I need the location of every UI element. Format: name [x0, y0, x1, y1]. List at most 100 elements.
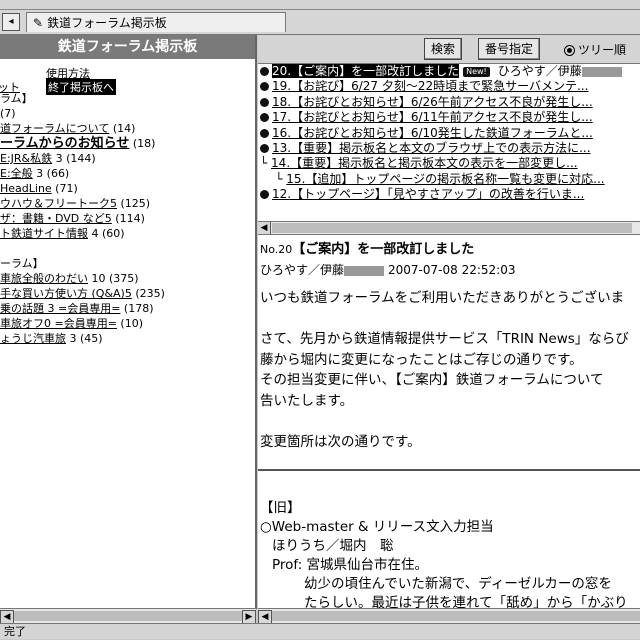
thread-bullet-icon: [260, 113, 269, 123]
scroll-left-icon[interactable]: ◀: [258, 610, 272, 624]
thread-row[interactable]: 17.【お詫びとお知らせ】6/11午前アクセス不良が発生し...: [260, 110, 640, 125]
number-select-button[interactable]: 番号指定: [478, 38, 541, 60]
thread-title: 17.【お詫びとお知らせ】6/11午前アクセス不良が発生し...: [272, 110, 593, 125]
body-line: 変更箇所は次の通りです。: [260, 434, 421, 451]
board-item-count: (235): [131, 287, 165, 300]
thread-row[interactable]: 12.【トップページ】「見やすさアップ」の改善を行いま...: [260, 187, 640, 202]
board-item-count: (14): [109, 122, 136, 135]
scroll-thumb[interactable]: [272, 223, 632, 233]
message-title-text: 【ご案内】を一部改訂しました: [292, 242, 475, 257]
scroll-left-icon[interactable]: ◀: [0, 610, 14, 624]
board-list-pane: 鉄道フォーラム掲示板 ット 使用方法 終了掲示板へ ラム】 (7) 道フォーラムに…: [0, 35, 257, 609]
scroll-right-icon[interactable]: ▶: [242, 610, 256, 624]
thread-row[interactable]: └ 15.【追加】トップページの掲示板名称一覧も変更に対応...: [260, 172, 640, 187]
board-item[interactable]: E:全般 3 (66): [0, 166, 255, 181]
body-line: [260, 309, 638, 330]
thread-row[interactable]: 16.【お詫びとお知らせ】6/10発生した鉄道フォーラムと...: [260, 126, 640, 141]
search-button[interactable]: 検索: [424, 38, 463, 60]
board-list: ラム】 (7) 道フォーラムについて (14) ーラムからのお知らせ (18) E:J…: [0, 91, 255, 346]
board-item[interactable]: ょうじ汽車旅 3 (45): [0, 331, 255, 346]
thread-row[interactable]: └ 14.【重要】掲示板名と掲示板本文の表示を一部変更し...: [260, 156, 640, 171]
thread-bullet-icon: [260, 67, 269, 76]
board-item-count: 10 (375): [88, 272, 139, 285]
board-item-count: (10): [116, 317, 144, 330]
tab-forum[interactable]: ✎ 鉄道フォーラム掲示板: [26, 12, 286, 32]
body-line: その担当変更に伴い、【ご案内】鉄道フォーラムについて: [260, 372, 604, 389]
board-item-count: (7): [0, 107, 16, 120]
thread-row[interactable]: 19.【お詫び】6/27 夕刻〜22時頃まで緊急サーバメンテ...: [260, 79, 640, 94]
thread-row[interactable]: 13.【重要】掲示板名と本文のブラウザ上での表示方法に...: [260, 141, 640, 156]
board-item-count: 3 (45): [66, 332, 103, 345]
tree-connector: └: [260, 156, 272, 171]
board-item-name: 道フォーラムについて: [0, 122, 110, 135]
tree-order-label: ツリー順: [578, 43, 627, 57]
board-item[interactable]: 道フォーラムについて (14): [0, 121, 255, 136]
thread-row[interactable]: 20.【ご案内】を一部改訂しました New! ひろやす／伊藤: [260, 64, 640, 79]
thread-title: 18.【お詫びとお知らせ】6/26午前アクセス不良が発生し...: [272, 94, 593, 109]
board-item[interactable]: 車旅全般のわだい 10 (375): [0, 271, 255, 286]
right-hscrollbar[interactable]: ◀: [258, 608, 640, 624]
board-item[interactable]: E:JR&私鉄 3 (144): [0, 151, 255, 166]
scroll-track[interactable]: [14, 611, 242, 621]
board-item-count: (18): [129, 137, 156, 150]
tree-order-radio[interactable]: ツリー順: [564, 41, 626, 58]
board-item-name: 車旅オフ0 =会員専用=: [0, 317, 117, 330]
thread-bullet-icon: [260, 143, 269, 153]
board-item[interactable]: 乗の話題 3 =会員専用= (178): [0, 301, 255, 316]
board-list-title: 鉄道フォーラム掲示板: [0, 35, 255, 59]
board-item-count: (125): [117, 197, 151, 210]
message-body: いつも鉄道フォーラムをご利用いただきありがとうございま さて、先月から鉄道情報提供…: [258, 280, 640, 453]
thread-bullet-icon: [260, 190, 269, 200]
board-item-count: (71): [51, 182, 78, 195]
body-line: さて、先月から鉄道情報提供サービス「TRIN News」ならび: [260, 331, 629, 348]
board-item[interactable]: ウハウ＆フリートーク5 (125): [0, 196, 255, 211]
board-item-name: 車旅全般のわだい: [0, 272, 88, 285]
redacted-name: [581, 66, 622, 77]
thread-title: 13.【重要】掲示板名と本文のブラウザ上での表示方法に...: [272, 140, 591, 155]
message-pane: 検索 番号指定 ツリー順 20.【ご案内】を一部改訂しました New! ひろやす／伊…: [258, 35, 640, 609]
scroll-track[interactable]: [272, 611, 640, 621]
signature-line: 幼少の頃住んでいた新潟で、ディーゼルカーの窓を: [304, 575, 612, 592]
net-link[interactable]: ット: [0, 79, 20, 95]
board-item-name: ザ：書籍・DVD など5: [0, 212, 112, 225]
section-heading: [0, 241, 255, 256]
board-item[interactable]: (7): [0, 106, 255, 121]
board-item[interactable]: 手な買い方使い方 (Q&A)5 (235): [0, 286, 255, 301]
tree-hscrollbar[interactable]: ◀: [258, 221, 640, 234]
board-item[interactable]: ザ：書籍・DVD など5 (114): [0, 211, 255, 226]
thread-author: ひろやす／伊藤: [497, 64, 582, 78]
board-item-name: E:全般: [0, 167, 33, 180]
message-author: ひろやす／伊藤: [260, 263, 345, 277]
thread-title: 20.【ご案内】を一部改訂しました: [272, 64, 460, 78]
thread-bullet-icon: [260, 97, 269, 107]
board-item[interactable]: ト鉄道サイト情報 4 (60): [0, 226, 255, 241]
top-strip: [0, 0, 640, 10]
thread-row[interactable]: 18.【お詫びとお知らせ】6/26午前アクセス不良が発生し...: [260, 95, 640, 110]
back-icon[interactable]: ◂: [2, 13, 20, 31]
board-item-name: ト鉄道サイト情報: [0, 227, 88, 240]
section-heading: ーラム】: [0, 256, 255, 271]
board-item[interactable]: 車旅オフ0 =会員専用= (10): [0, 316, 255, 331]
message-date: 2007-07-08 22:52:03: [388, 263, 516, 277]
signature-line: ○Web-master & リリース文入力担当: [260, 518, 494, 535]
page-icon: ✎: [33, 16, 44, 30]
board-item[interactable]: HeadLine (71): [0, 181, 255, 196]
message-header: No.20【ご案内】を一部改訂しました ひろやす／伊藤 2007-07-08 22…: [258, 235, 640, 280]
board-item-count: (178): [120, 302, 154, 315]
thread-bullet-icon: [260, 128, 269, 138]
new-badge: New!: [463, 66, 490, 77]
board-item-count: 3 (66): [32, 167, 70, 180]
message-meta: ひろやす／伊藤 2007-07-08 22:52:03: [260, 260, 638, 280]
board-item-count: (114): [111, 212, 145, 225]
thread-title: 19.【お詫び】6/27 夕刻〜22時頃まで緊急サーバメンテ...: [272, 79, 589, 94]
message-title: No.20【ご案内】を一部改訂しました: [260, 240, 638, 260]
body-line: 告いたします。: [260, 392, 354, 409]
redacted-name: [344, 265, 385, 276]
exit-board-link[interactable]: 終了掲示板へ: [46, 79, 116, 95]
board-item[interactable]: ーラムからのお知らせ (18): [0, 136, 255, 151]
board-item-name: ーラムからのお知らせ: [0, 136, 130, 151]
tree-connector: └: [260, 171, 287, 186]
scroll-left-icon[interactable]: ◀: [258, 222, 271, 234]
board-item-name: HeadLine: [0, 182, 52, 195]
left-hscrollbar[interactable]: ◀ ▶: [0, 608, 256, 624]
